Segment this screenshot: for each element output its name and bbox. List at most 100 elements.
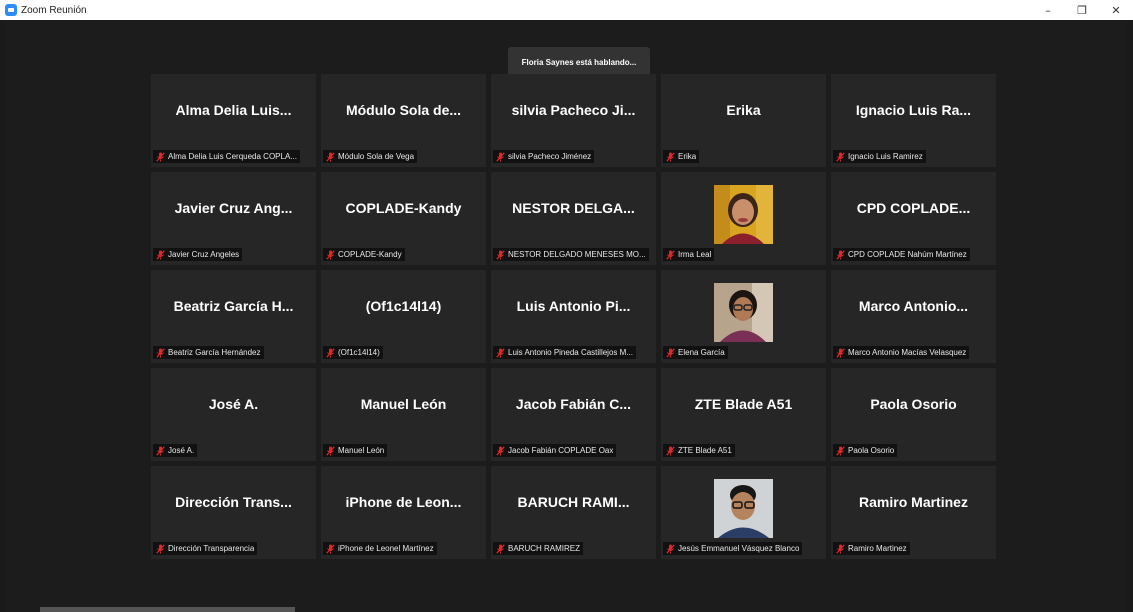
participant-label-text: Módulo Sola de Vega	[338, 152, 415, 161]
participant-name-label: COPLADE-Kandy	[323, 248, 405, 261]
muted-mic-icon	[156, 347, 165, 358]
participant-name-label: Ramiro Martinez	[833, 542, 910, 555]
muted-mic-icon	[836, 151, 845, 162]
participant-name-label: Javier Cruz Angeles	[153, 248, 243, 261]
participant-name-label: iPhone de Leonel Martínez	[323, 542, 437, 555]
participant-tile[interactable]: silvia Pacheco Ji... silvia Pacheco Jimén…	[491, 74, 656, 167]
muted-mic-icon	[836, 347, 845, 358]
participant-label-text: Jesús Emmanuel Vásquez Blanco	[678, 544, 800, 553]
muted-mic-icon	[156, 445, 165, 456]
participant-label-text: Ramiro Martinez	[848, 544, 907, 553]
participant-name-label: José A.	[153, 444, 198, 457]
participant-name-label: Ignacio Luis Ramirez	[833, 150, 926, 163]
participant-display-name: ZTE Blade A51	[694, 396, 793, 412]
participant-label-text: silvia Pacheco Jiménez	[508, 152, 592, 161]
muted-mic-icon	[666, 151, 675, 162]
participant-label-text: NESTOR DELGADO MENESES MO...	[508, 250, 646, 259]
muted-mic-icon	[836, 249, 845, 260]
participant-tile[interactable]: Jesús Emmanuel Vásquez Blanco	[661, 466, 826, 559]
participant-display-name: Paola Osorio	[870, 396, 957, 412]
participant-tile[interactable]: NESTOR DELGA... NESTOR DELGADO MENESES MO…	[491, 172, 656, 265]
participant-name-label: CPD COPLADE Nahúm Martínez	[833, 248, 970, 261]
muted-mic-icon	[496, 249, 505, 260]
participant-tile[interactable]: Dirección Trans... Dirección Transparenci…	[151, 466, 316, 559]
participant-label-text: José A.	[168, 446, 195, 455]
participant-tile[interactable]: Ramiro Martinez Ramiro Martinez	[831, 466, 996, 559]
participant-tile[interactable]: Elena García	[661, 270, 826, 363]
participant-display-name: Luis Antonio Pi...	[516, 298, 631, 314]
participant-label-text: Jacob Fabián COPLADE Oax	[508, 446, 614, 455]
participant-tile[interactable]: iPhone de Leon... iPhone de Leonel Martín…	[321, 466, 486, 559]
participant-name-label: Irma Leal	[663, 248, 715, 261]
participant-tile[interactable]: ZTE Blade A51 ZTE Blade A51	[661, 368, 826, 461]
participant-label-text: Ignacio Luis Ramirez	[848, 152, 923, 161]
participant-display-name: Jacob Fabián C...	[515, 396, 632, 412]
participant-tile[interactable]: Beatriz García H... Beatriz García Hernán…	[151, 270, 316, 363]
minimize-button[interactable]: –	[1031, 0, 1065, 20]
participant-name-label: Dirección Transparencia	[153, 542, 258, 555]
window-controls: – ❐ ✕	[1031, 0, 1133, 20]
muted-mic-icon	[326, 347, 335, 358]
participant-name-label: Luis Antonio Pineda Castillejos M...	[493, 346, 636, 359]
participant-display-name: COPLADE-Kandy	[345, 200, 462, 216]
participant-name-label: Jesús Emmanuel Vásquez Blanco	[663, 542, 803, 555]
participant-tile[interactable]: Paola Osorio Paola Osorio	[831, 368, 996, 461]
participant-label-text: Erika	[678, 152, 697, 161]
participant-tile[interactable]: Marco Antonio... Marco Antonio Macías Vel…	[831, 270, 996, 363]
participant-label-text: Beatriz García Hernández	[168, 348, 261, 357]
participant-tile[interactable]: Javier Cruz Ang... Javier Cruz Angeles	[151, 172, 316, 265]
participant-label-text: Manuel León	[338, 446, 385, 455]
muted-mic-icon	[666, 543, 675, 554]
participant-display-name: Javier Cruz Ang...	[174, 200, 293, 216]
participant-label-text: Alma Delia Luis Cerqueda COPLA...	[168, 152, 297, 161]
participant-name-label: silvia Pacheco Jiménez	[493, 150, 595, 163]
participant-name-label: Jacob Fabián COPLADE Oax	[493, 444, 617, 457]
participant-name-label: BARUCH RAMIREZ	[493, 542, 584, 555]
participant-display-name: (Of1c14l14)	[365, 298, 442, 314]
participant-tile[interactable]: Alma Delia Luis... Alma Delia Luis Cerque…	[151, 74, 316, 167]
muted-mic-icon	[666, 445, 675, 456]
participant-name-label: Manuel León	[323, 444, 388, 457]
muted-mic-icon	[496, 151, 505, 162]
close-button[interactable]: ✕	[1099, 0, 1133, 20]
participant-tile[interactable]: CPD COPLADE... CPD COPLADE Nahúm Martínez	[831, 172, 996, 265]
participant-name-label: ZTE Blade A51	[663, 444, 735, 457]
participant-tile[interactable]: José A. José A.	[151, 368, 316, 461]
participant-tile[interactable]: Luis Antonio Pi... Luis Antonio Pineda Ca…	[491, 270, 656, 363]
participant-label-text: COPLADE-Kandy	[338, 250, 402, 259]
muted-mic-icon	[496, 445, 505, 456]
participant-label-text: iPhone de Leonel Martínez	[338, 544, 434, 553]
participant-tile[interactable]: Módulo Sola de... Módulo Sola de Vega	[321, 74, 486, 167]
participant-tile[interactable]: Manuel León Manuel León	[321, 368, 486, 461]
participant-name-label: NESTOR DELGADO MENESES MO...	[493, 248, 649, 261]
participant-label-text: BARUCH RAMIREZ	[508, 544, 581, 553]
participant-display-name: NESTOR DELGA...	[512, 200, 635, 216]
participant-tile[interactable]: (Of1c14l14) (Of1c14l14)	[321, 270, 486, 363]
participant-display-name: José A.	[208, 396, 259, 412]
active-speaker-banner: Floria Saynes está hablando...	[508, 47, 650, 77]
participant-label-text: Paola Osorio	[848, 446, 895, 455]
participant-tile[interactable]: Ignacio Luis Ra... Ignacio Luis Ramirez	[831, 74, 996, 167]
muted-mic-icon	[156, 543, 165, 554]
maximize-button[interactable]: ❐	[1065, 0, 1099, 20]
muted-mic-icon	[666, 249, 675, 260]
participant-tile[interactable]: Jacob Fabián C... Jacob Fabián COPLADE Oa…	[491, 368, 656, 461]
participant-label-text: ZTE Blade A51	[678, 446, 732, 455]
participant-tile[interactable]: COPLADE-Kandy COPLADE-Kandy	[321, 172, 486, 265]
muted-mic-icon	[156, 249, 165, 260]
participant-tile[interactable]: BARUCH RAMI... BARUCH RAMIREZ	[491, 466, 656, 559]
muted-mic-icon	[326, 445, 335, 456]
muted-mic-icon	[326, 543, 335, 554]
muted-mic-icon	[496, 543, 505, 554]
participant-display-name: Manuel León	[360, 396, 447, 412]
participant-display-name: Erika	[726, 102, 761, 118]
participant-tile[interactable]: Irma Leal	[661, 172, 826, 265]
participant-tile[interactable]: Erika Erika	[661, 74, 826, 167]
participant-display-name: BARUCH RAMI...	[517, 494, 630, 510]
participant-name-label: Alma Delia Luis Cerqueda COPLA...	[153, 150, 300, 163]
participant-name-label: Paola Osorio	[833, 444, 898, 457]
participant-label-text: Javier Cruz Angeles	[168, 250, 240, 259]
participant-name-label: Erika	[663, 150, 700, 163]
participant-display-name: silvia Pacheco Ji...	[511, 102, 636, 118]
participant-label-text: Dirección Transparencia	[168, 544, 255, 553]
